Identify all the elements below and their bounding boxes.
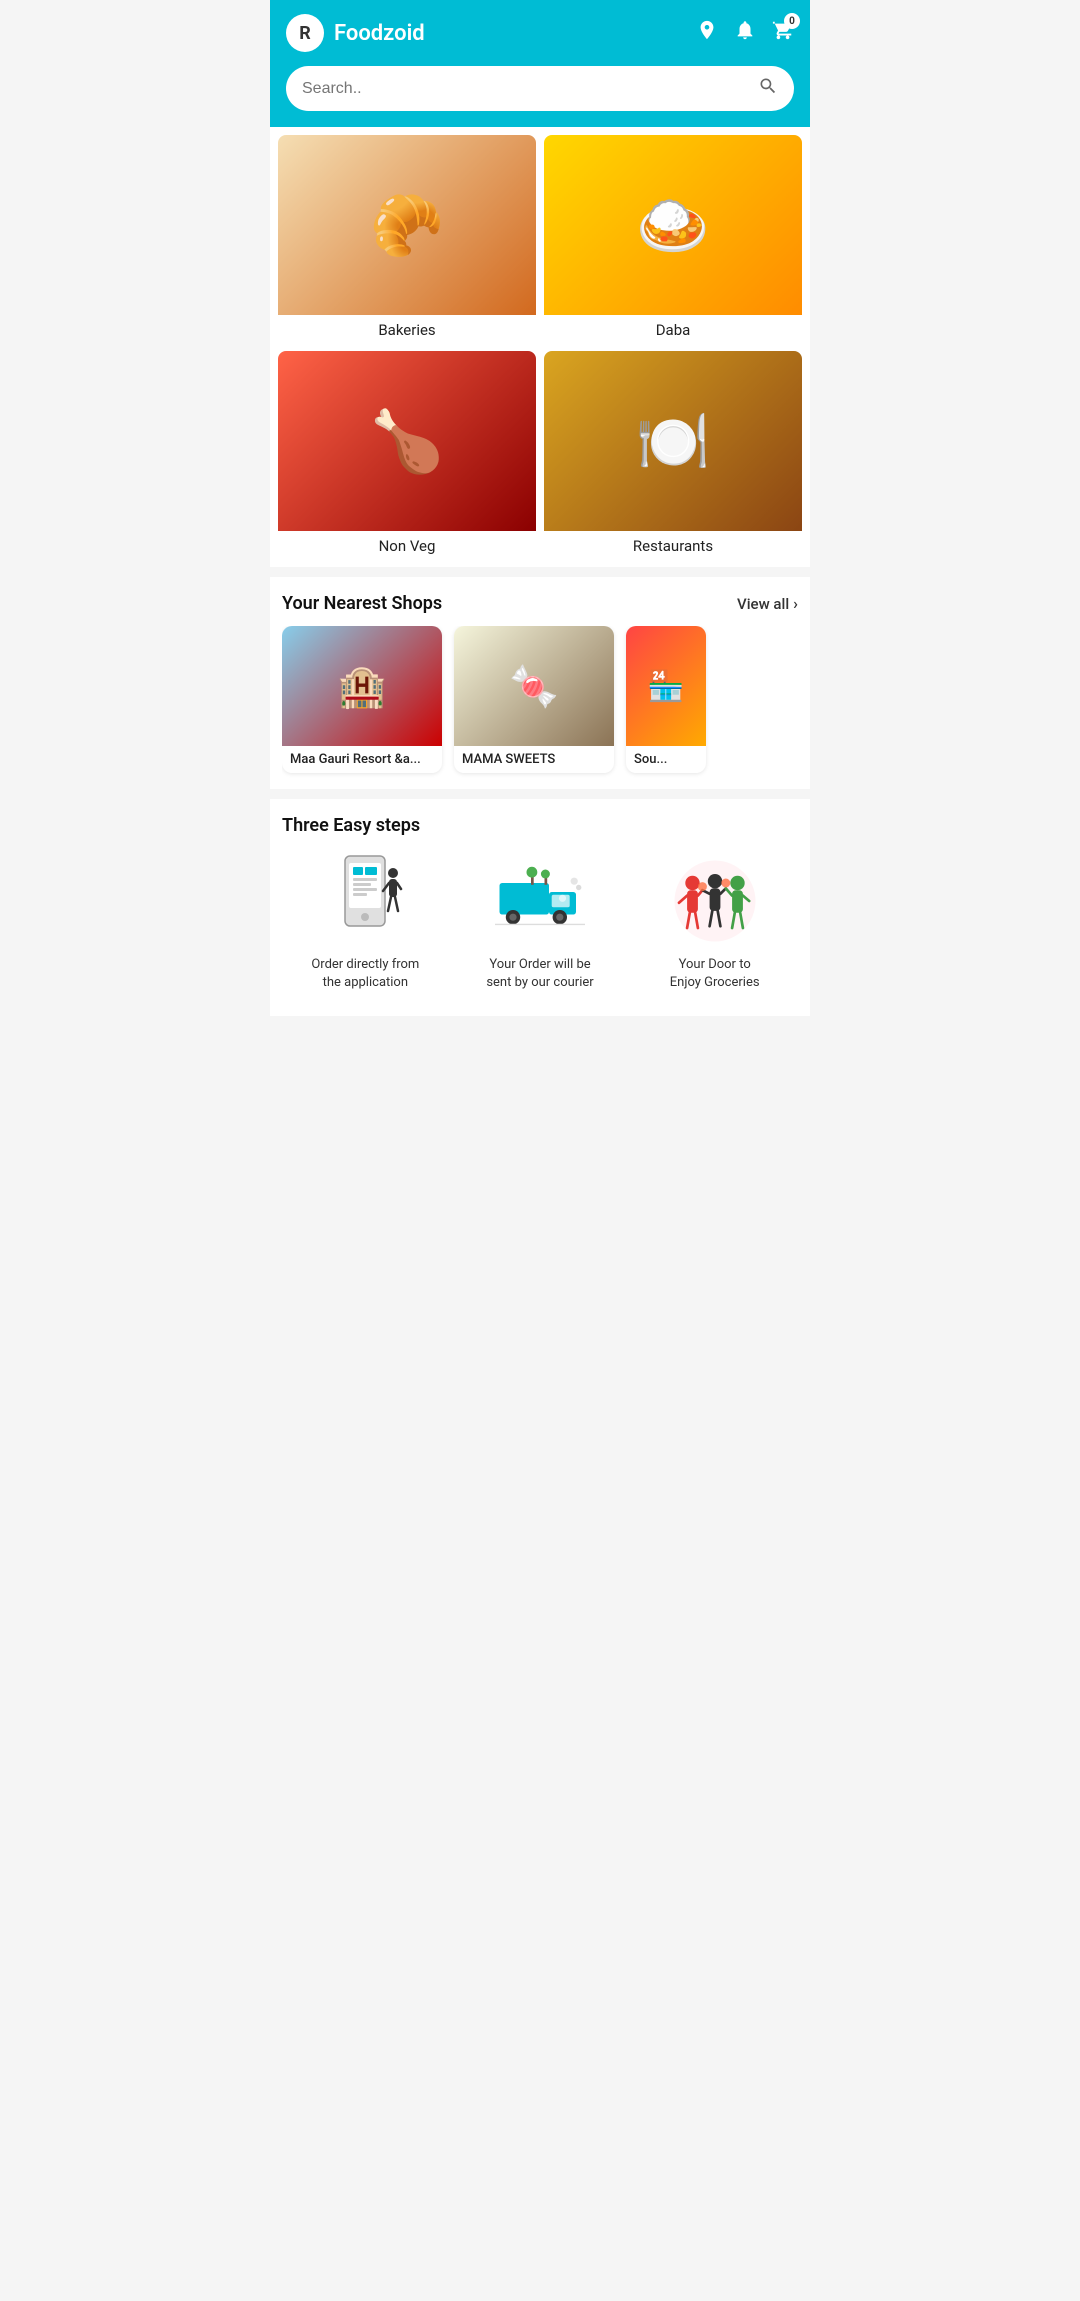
- view-all-arrow-icon: ›: [793, 594, 798, 613]
- cart-count: 0: [784, 13, 800, 29]
- step-2-icon: [495, 856, 585, 946]
- view-all-label: View all: [737, 595, 789, 613]
- shops-scroll: 🏨 Maa Gauri Resort &a... 🍬 MAMA SWEETS 🏪…: [282, 626, 798, 781]
- app-header: R Foodzoid 0: [270, 0, 810, 66]
- three-steps-title: Three Easy steps: [282, 815, 798, 836]
- category-restaurants[interactable]: 🍽️ Restaurants: [544, 351, 802, 559]
- nearest-shops-section: Your Nearest Shops View all › 🏨 Maa Gaur…: [270, 577, 810, 789]
- category-daba-label: Daba: [544, 315, 802, 343]
- shop-name-3: Sou...: [626, 746, 706, 773]
- categories-grid: 🥐 Bakeries 🍛 Daba 🍗 Non Veg 🍽️ Restauran…: [270, 127, 810, 567]
- step-3-icon: [670, 856, 760, 946]
- shop-card-2[interactable]: 🍬 MAMA SWEETS: [454, 626, 614, 773]
- nearest-shops-title: Your Nearest Shops: [282, 593, 442, 614]
- cart-icon[interactable]: 0: [772, 19, 794, 47]
- category-daba[interactable]: 🍛 Daba: [544, 135, 802, 343]
- app-title: Foodzoid: [334, 21, 425, 46]
- header-left: R Foodzoid: [286, 14, 425, 52]
- search-button[interactable]: [758, 76, 778, 101]
- step-3-label: Your Door toEnjoy Groceries: [670, 956, 760, 992]
- shop-card-3[interactable]: 🏪 Sou...: [626, 626, 706, 773]
- category-nonveg-label: Non Veg: [278, 531, 536, 559]
- three-steps-section: Three Easy steps: [270, 799, 810, 1016]
- header-icons: 0: [696, 19, 794, 47]
- view-all-button[interactable]: View all ›: [737, 594, 798, 613]
- shop-name-2: MAMA SWEETS: [454, 746, 614, 773]
- logo-letter: R: [299, 23, 311, 44]
- search-container: [270, 66, 810, 127]
- notification-icon[interactable]: [734, 19, 756, 47]
- nearest-shops-header: Your Nearest Shops View all ›: [282, 593, 798, 614]
- shop-card-1[interactable]: 🏨 Maa Gauri Resort &a...: [282, 626, 442, 773]
- step-1-icon: [320, 856, 410, 946]
- shop-name-1: Maa Gauri Resort &a...: [282, 746, 442, 773]
- logo-circle: R: [286, 14, 324, 52]
- category-bakeries-label: Bakeries: [278, 315, 536, 343]
- search-input[interactable]: [302, 80, 750, 98]
- search-bar: [286, 66, 794, 111]
- category-bakeries[interactable]: 🥐 Bakeries: [278, 135, 536, 343]
- step-2: Your Order will besent by our courier: [457, 856, 624, 992]
- category-restaurants-label: Restaurants: [544, 531, 802, 559]
- step-1: Order directly fromthe application: [282, 856, 449, 992]
- step-1-label: Order directly fromthe application: [311, 956, 419, 992]
- steps-grid: Order directly fromthe application: [282, 856, 798, 992]
- location-icon[interactable]: [696, 19, 718, 47]
- step-3: Your Door toEnjoy Groceries: [631, 856, 798, 992]
- category-nonveg[interactable]: 🍗 Non Veg: [278, 351, 536, 559]
- step-2-label: Your Order will besent by our courier: [486, 956, 593, 992]
